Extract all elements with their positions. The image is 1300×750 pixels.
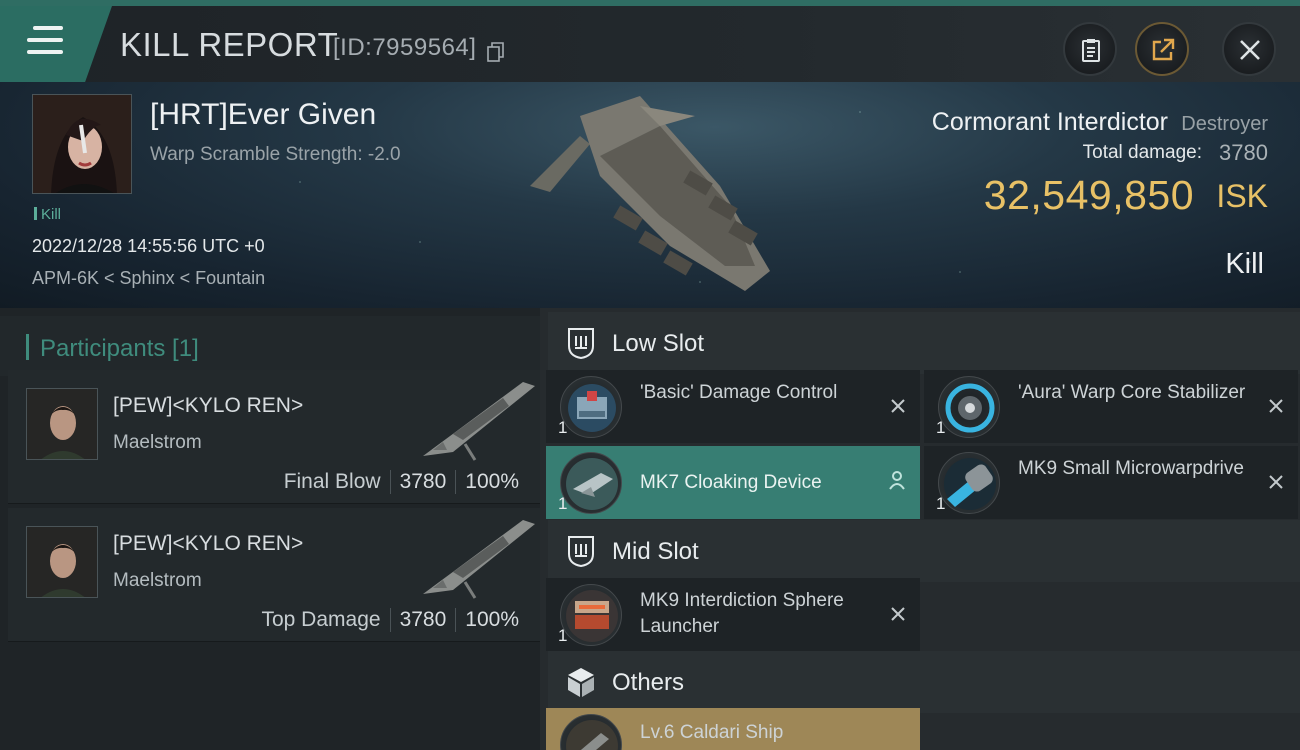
module-name: 'Basic' Damage Control: [640, 382, 838, 403]
result-label: Kill: [1225, 248, 1264, 280]
hamburger-icon: [27, 26, 63, 56]
copy-icon[interactable]: [487, 42, 505, 62]
fitting-panel: Low Slot 1 'Basic' Damage Control 1 'Aur…: [540, 308, 1300, 750]
share-icon: [1152, 38, 1175, 61]
participant-ship: Maelstrom: [113, 432, 202, 453]
module-name: MK9 Small Microwarpdrive: [1018, 458, 1244, 479]
mid-slot-header: Mid Slot: [548, 520, 1300, 582]
ship-silhouette-icon: [423, 520, 535, 599]
module-slot[interactable]: Lv.6 Caldari Ship: [546, 708, 920, 750]
participant-name: [PEW]<KYLO REN>: [113, 532, 304, 555]
participant-stats: Final Blow 3780 100%: [275, 470, 528, 494]
participants-panel: Participants [1] [PEW]<KYLO REN> Maelstr…: [0, 308, 540, 750]
module-slot[interactable]: 1 MK9 Small Microwarpdrive: [924, 446, 1298, 519]
participant-damage: 3780: [399, 470, 447, 493]
avatar[interactable]: [26, 388, 98, 460]
close-button[interactable]: [1222, 22, 1276, 76]
section-title: Mid Slot: [612, 538, 699, 565]
module-name: MK9 Interdiction Sphere Launcher: [640, 590, 844, 637]
participant-percent: 100%: [465, 470, 519, 493]
kill-summary-banner: [HRT]Ever Given Warp Scramble Strength: …: [0, 82, 1300, 308]
ship-render: [530, 96, 770, 291]
module-slot[interactable]: 1 MK9 Interdiction Sphere Launcher: [546, 578, 920, 651]
cube-icon: [568, 668, 594, 697]
module-thumbnail: [938, 452, 1000, 514]
module-slot[interactable]: 1 MK7 Cloaking Device: [546, 446, 920, 519]
participant-role: Final Blow: [283, 470, 381, 493]
total-damage-value: 3780: [1219, 140, 1268, 165]
shield-icon: [568, 328, 594, 360]
participant-row[interactable]: [PEW]<KYLO REN> Maelstrom Final Blow 378…: [8, 370, 540, 504]
module-thumbnail: [560, 452, 622, 514]
dropped-person-icon: [889, 471, 905, 490]
ship-silhouette-icon: [423, 382, 535, 461]
participant-row[interactable]: [PEW]<KYLO REN> Maelstrom Top Damage 378…: [8, 508, 540, 642]
participants-title: Participants [1]: [40, 335, 199, 362]
destroyed-x-icon: [891, 607, 905, 621]
participant-role: Top Damage: [261, 608, 381, 631]
kill-tag: Kill: [34, 206, 61, 223]
menu-button[interactable]: [0, 6, 112, 82]
clipboard-icon: [1082, 39, 1100, 62]
module-name: MK7 Cloaking Device: [640, 472, 822, 493]
ship-class: Destroyer: [1181, 113, 1268, 135]
participant-stats: Top Damage 3780 100%: [252, 608, 528, 632]
module-thumbnail: [560, 376, 622, 438]
participant-damage: 3780: [399, 608, 447, 631]
module-quantity: 1: [558, 626, 568, 645]
section-title: Low Slot: [612, 330, 705, 357]
module-thumbnail: [560, 584, 622, 646]
participant-percent: 100%: [465, 608, 519, 631]
close-icon: [1240, 40, 1260, 60]
total-damage-label: Total damage:: [1082, 142, 1202, 163]
module-quantity: 1: [558, 494, 568, 513]
timestamp: 2022/12/28 14:55:56 UTC +0: [32, 236, 265, 256]
module-slot[interactable]: 1 'Basic' Damage Control: [546, 370, 920, 443]
module-quantity: 1: [936, 494, 946, 513]
share-button[interactable]: [1135, 22, 1189, 76]
module-quantity: 1: [936, 418, 946, 437]
module-thumbnail: [560, 714, 622, 750]
shield-icon: [568, 536, 594, 568]
destroyed-x-icon: [1269, 399, 1283, 413]
warp-scramble-strength: Warp Scramble Strength: -2.0: [150, 144, 401, 165]
participants-header[interactable]: Participants [1]: [0, 316, 540, 376]
report-id: [ID:7959564]: [333, 34, 477, 61]
page-title: KILL REPORT: [120, 26, 339, 63]
module-quantity: 1: [558, 418, 568, 437]
module-slot[interactable]: 1 'Aura' Warp Core Stabilizer: [924, 370, 1298, 443]
clipboard-button[interactable]: [1063, 22, 1117, 76]
location[interactable]: APM-6K < Sphinx < Fountain: [32, 268, 265, 289]
isk-value: 32,549,850: [983, 172, 1194, 218]
victim-name[interactable]: [HRT]Ever Given: [150, 98, 376, 132]
victim-portrait[interactable]: [32, 94, 132, 194]
destroyed-x-icon: [1269, 475, 1283, 489]
ship-name[interactable]: Cormorant Interdictor: [932, 108, 1168, 137]
isk-unit: ISK: [1216, 178, 1268, 214]
module-name: 'Aura' Warp Core Stabilizer: [1018, 382, 1246, 403]
module-name: Lv.6 Caldari Ship: [640, 722, 784, 743]
destroyed-x-icon: [891, 399, 905, 413]
low-slot-header: Low Slot: [548, 312, 1300, 374]
avatar[interactable]: [26, 526, 98, 598]
section-title: Others: [612, 669, 685, 696]
module-thumbnail: [938, 376, 1000, 438]
participant-ship: Maelstrom: [113, 570, 202, 591]
others-header: Others: [548, 651, 1300, 713]
top-bar: KILL REPORT [ID:7959564]: [0, 0, 1300, 82]
participant-name: [PEW]<KYLO REN>: [113, 394, 304, 417]
